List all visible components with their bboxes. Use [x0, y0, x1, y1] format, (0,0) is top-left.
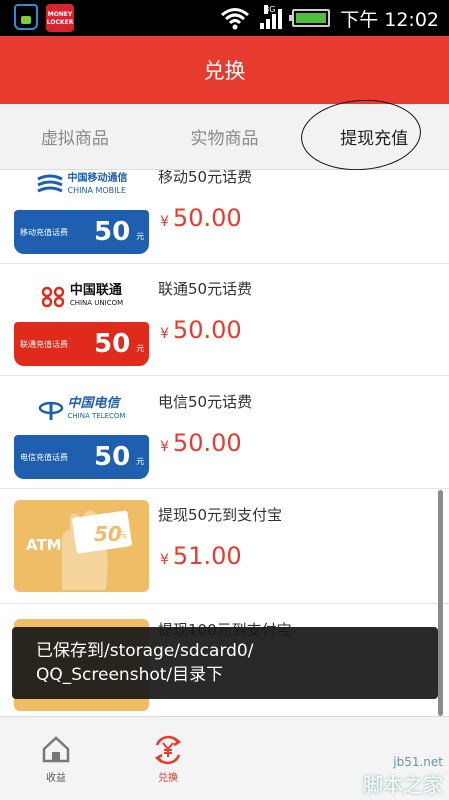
- product-image: 中国电信 CHINA TELECOM 电信充值话费 50 元: [14, 387, 149, 479]
- notification-icons: MONEY LOCKER: [14, 4, 74, 32]
- price-value: 50.00: [172, 204, 242, 232]
- china-mobile-icon: [36, 174, 63, 193]
- card-unit: 元: [136, 343, 145, 353]
- china-unicom-icon: [41, 286, 65, 308]
- yen-exchange-icon: [154, 735, 182, 765]
- battery-icon: [289, 9, 331, 27]
- watermark: jb51.net 脚本之家: [363, 755, 443, 798]
- card-value: 50: [94, 217, 131, 247]
- list-item-telecom[interactable]: 中国电信 CHINA TELECOM 电信充值话费 50 元 电信50元话费 ¥…: [0, 377, 449, 489]
- currency-symbol: ¥: [160, 326, 169, 342]
- item-price: ¥ 51.00: [160, 542, 242, 570]
- logo-subtext: CHINA UNICOM: [69, 299, 124, 307]
- toast-message: 已保存到/storage/sdcard0/ QQ_Screenshot/目录下: [12, 627, 438, 699]
- china-telecom-icon: [38, 401, 63, 420]
- price-value: 50.00: [172, 316, 242, 344]
- price-value: 50.00: [172, 429, 242, 457]
- list-item-alipay-50[interactable]: ATM 50 元 提现50元到支付宝 ¥ 51.00: [0, 490, 449, 604]
- nav-exchange[interactable]: 兑换: [128, 717, 208, 800]
- category-tabs: 虚拟商品 实物商品 提现充值: [0, 95, 449, 175]
- item-title: 电信50元话费: [158, 393, 253, 411]
- card-value: 50: [94, 442, 131, 472]
- hand-drawn-circle: [299, 95, 424, 175]
- product-image: 中国联通 CHINA UNICOM 联通充值话费 50 元: [14, 274, 149, 366]
- card-label: 电信充值话费: [20, 452, 68, 462]
- card-label: 联通充值话费: [20, 339, 68, 349]
- bottom-navigation: 收益 兑换 jb51.net 脚本之家: [0, 716, 449, 800]
- list-item-mobile[interactable]: 中国移动通信 CHINA MOBILE 移动充值话费 50 元 移动50元话费 …: [0, 170, 449, 264]
- nav-label: 收益: [46, 773, 66, 784]
- currency-symbol: ¥: [160, 439, 169, 455]
- system-icons: 3G 下午 12:02: [220, 2, 439, 34]
- wifi-icon: [221, 8, 250, 30]
- currency-symbol: ¥: [160, 214, 169, 230]
- tab-label: 实物商品: [190, 129, 259, 149]
- watermark-name: 脚本之家: [363, 773, 443, 797]
- price-value: 51.00: [172, 542, 242, 570]
- toast-line: QQ_Screenshot/目录下: [36, 665, 224, 685]
- logo-text: 中国移动通信: [67, 173, 128, 184]
- page-title: 兑换: [203, 59, 246, 83]
- logo-subtext: CHINA MOBILE: [67, 186, 127, 195]
- recharge-card: 移动充值话费 50 元: [14, 210, 149, 254]
- item-title: 移动50元话费: [158, 170, 253, 186]
- atm-card-image: ATM 50 元: [14, 500, 149, 592]
- list-scrollbar[interactable]: [438, 490, 443, 716]
- atm-label: ATM: [26, 536, 62, 554]
- nav-earnings[interactable]: 收益: [16, 717, 96, 800]
- item-price: ¥ 50.00: [160, 204, 242, 232]
- logo-text: 中国电信: [67, 396, 120, 411]
- item-title: 联通50元话费: [158, 280, 253, 298]
- money-locker-icon: MONEY LOCKER: [46, 4, 74, 32]
- signal-icon: 3G: [260, 5, 283, 29]
- recharge-card: 联通充值话费 50 元: [14, 322, 149, 366]
- china-telecom-logo: 中国电信 CHINA TELECOM: [14, 387, 149, 433]
- logo-text: 中国联通: [69, 283, 122, 298]
- currency-symbol: ¥: [160, 552, 169, 568]
- china-unicom-logo: 中国联通 CHINA UNICOM: [14, 274, 149, 320]
- shopping-bag-icon: [14, 4, 38, 30]
- house-icon: [42, 736, 70, 763]
- atm-value: 50: [94, 522, 122, 546]
- status-bar: MONEY LOCKER 3G 下午 12:02: [0, 0, 449, 36]
- card-unit: 元: [136, 231, 145, 241]
- network-type: 3G: [264, 5, 276, 14]
- china-mobile-logo: 中国移动通信 CHINA MOBILE: [14, 170, 149, 208]
- card-value: 50: [94, 329, 131, 359]
- item-title: 提现50元到支付宝: [158, 506, 283, 524]
- tab-withdraw-recharge[interactable]: 提现充值: [299, 95, 449, 175]
- list-item-unicom[interactable]: 中国联通 CHINA UNICOM 联通充值话费 50 元 联通50元话费 ¥ …: [0, 264, 449, 376]
- logo-subtext: CHINA TELECOM: [67, 412, 126, 420]
- page-header: 兑换: [0, 36, 449, 104]
- item-price: ¥ 50.00: [160, 316, 242, 344]
- recharge-card: 电信充值话费 50 元: [14, 435, 149, 479]
- clock: 下午 12:02: [340, 8, 439, 31]
- watermark-url: jb51.net: [393, 755, 443, 769]
- product-image: 中国移动通信 CHINA MOBILE 移动充值话费 50 元: [14, 170, 149, 254]
- atm-unit: 元: [120, 531, 127, 539]
- item-price: ¥ 50.00: [160, 429, 242, 457]
- tab-label: 虚拟商品: [40, 129, 109, 149]
- tab-virtual-goods[interactable]: 虚拟商品: [0, 104, 150, 169]
- card-label: 移动充值话费: [20, 227, 68, 237]
- toast-line: 已保存到/storage/sdcard0/: [36, 641, 254, 661]
- tab-physical-goods[interactable]: 实物商品: [150, 104, 300, 169]
- card-unit: 元: [136, 456, 145, 466]
- nav-label: 兑换: [158, 773, 178, 784]
